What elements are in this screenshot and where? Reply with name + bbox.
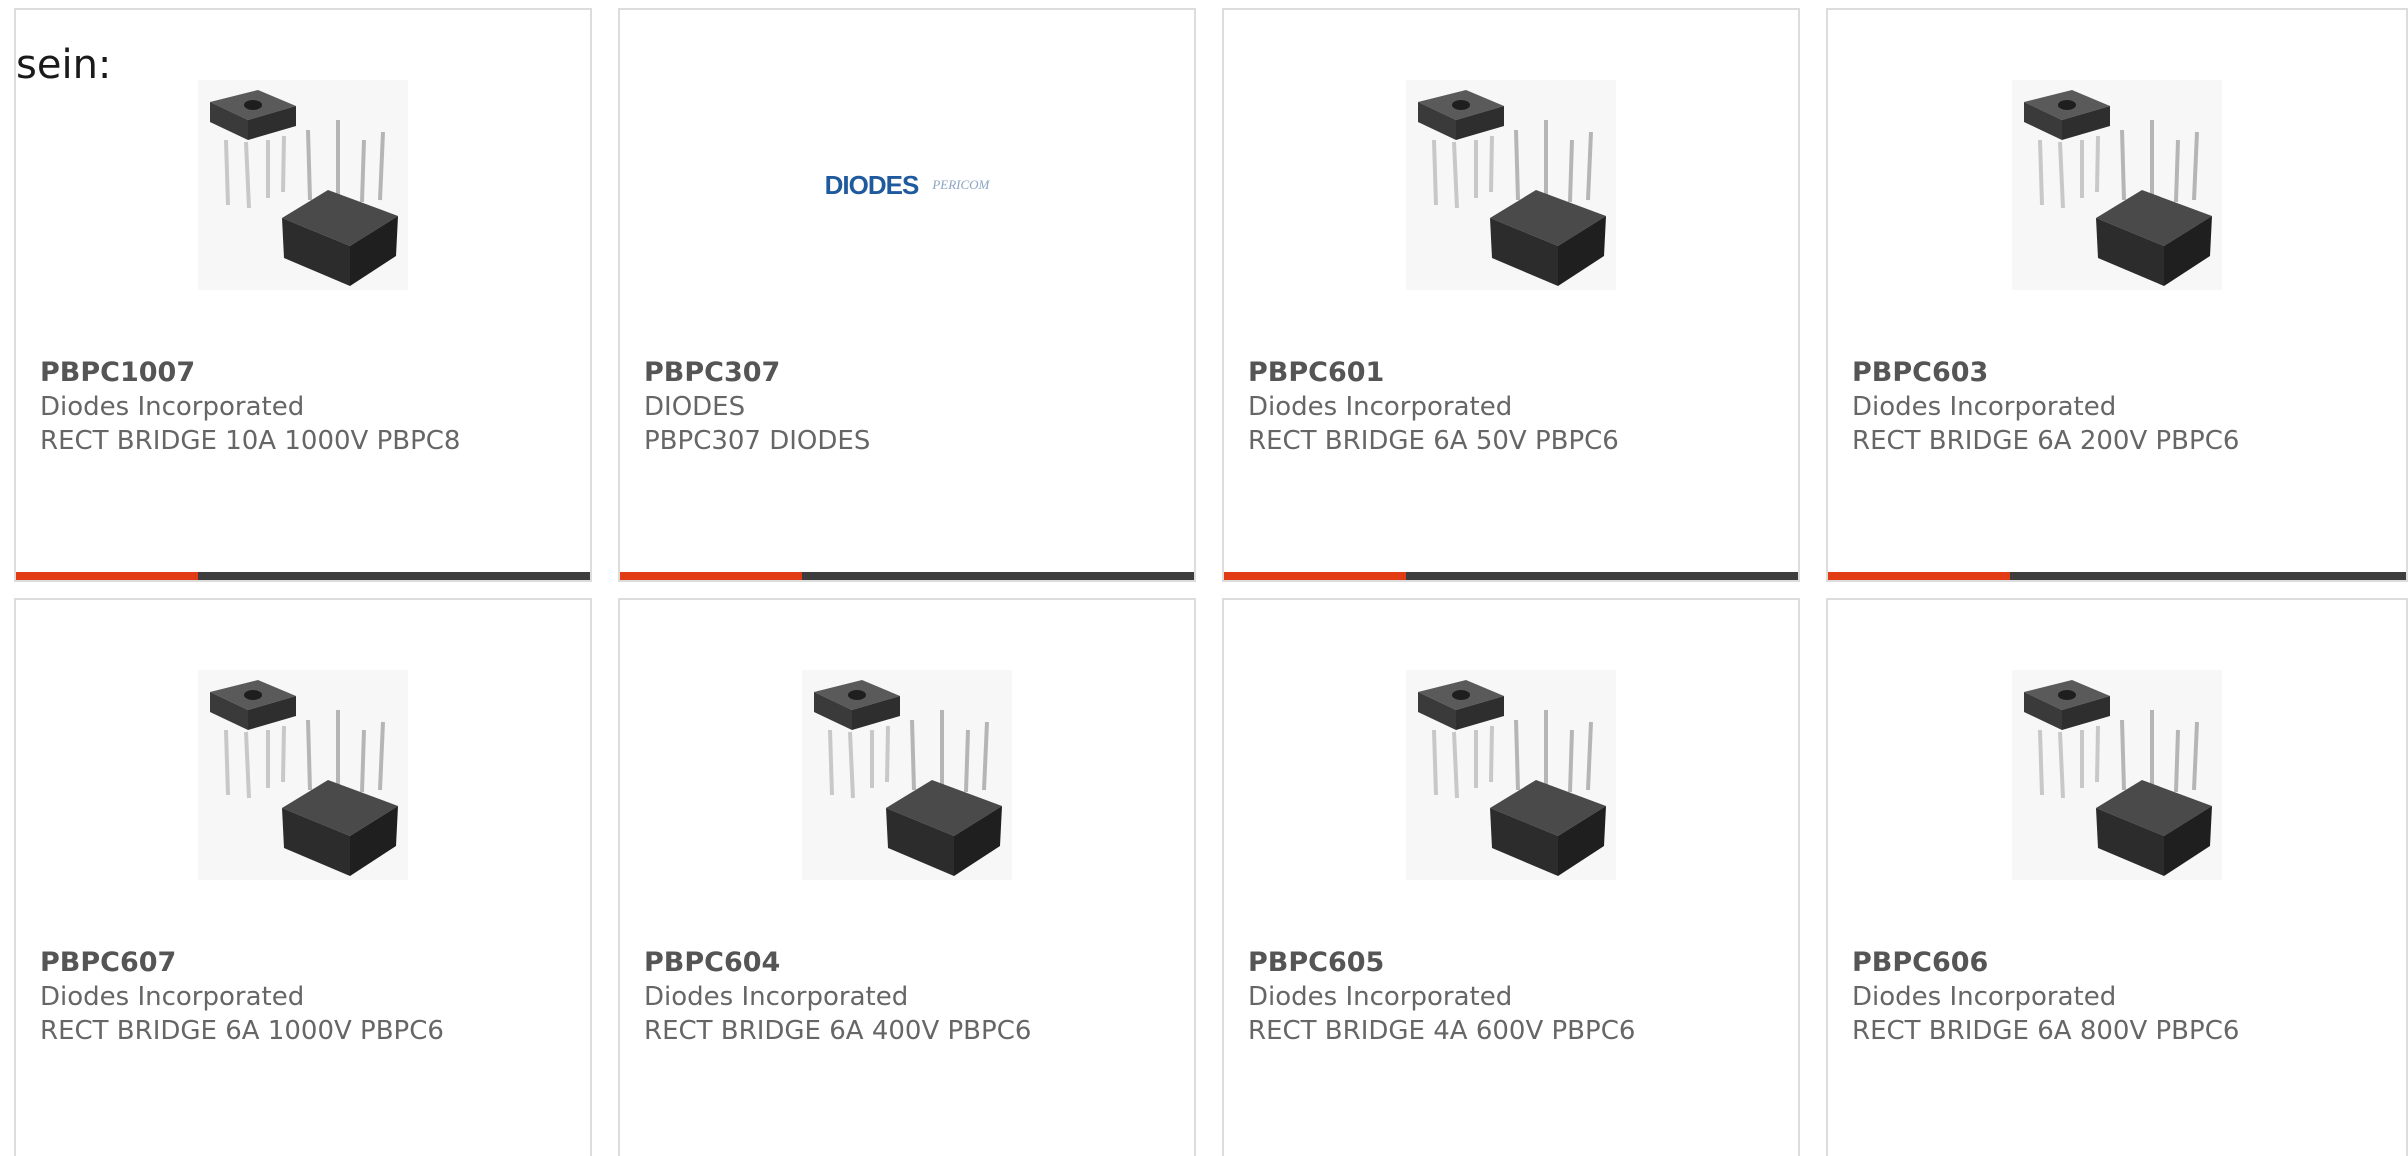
product-card-pbpc606[interactable]: PBPC606 Diodes Incorporated RECT BRIDGE …	[1826, 598, 2408, 1156]
card-bottom-bar	[16, 572, 590, 580]
bridge-rectifier-icon	[198, 670, 408, 880]
product-card-pbpc601[interactable]: PBPC601 Diodes Incorporated RECT BRIDGE …	[1222, 8, 1800, 582]
diodes-logo-text: DIODES	[824, 170, 920, 200]
card-bottom-bar	[1828, 572, 2406, 580]
card-accent-bar	[1828, 572, 2010, 580]
product-manufacturer: Diodes Incorporated	[1248, 392, 1513, 422]
product-card-pbpc1007[interactable]: PBPC1007 Diodes Incorporated RECT BRIDGE…	[14, 8, 592, 582]
pericom-logo-text: PERICOM	[932, 177, 990, 192]
product-manufacturer: Diodes Incorporated	[644, 982, 909, 1012]
bridge-rectifier-image[interactable]	[1406, 80, 1616, 290]
card-accent-bar	[16, 572, 198, 580]
product-info: PBPC307 DIODES PBPC307 DIODES	[644, 356, 1174, 458]
card-accent-bar	[620, 572, 802, 580]
product-part-number[interactable]: PBPC607	[40, 946, 570, 980]
product-card-pbpc307[interactable]: DIODES PERICOM PBPC307 DIODES PBPC307 DI…	[618, 8, 1196, 582]
product-description: RECT BRIDGE 6A 200V PBPC6	[1852, 426, 2240, 456]
bridge-rectifier-icon	[1406, 670, 1616, 880]
bridge-rectifier-icon	[2012, 670, 2222, 880]
bridge-rectifier-image[interactable]	[198, 80, 408, 290]
product-part-number[interactable]: PBPC606	[1852, 946, 2386, 980]
product-manufacturer: Diodes Incorporated	[1852, 392, 2117, 422]
product-manufacturer: Diodes Incorporated	[1852, 982, 2117, 1012]
bridge-rectifier-icon	[2012, 80, 2222, 290]
product-part-number[interactable]: PBPC601	[1248, 356, 1778, 390]
product-info: PBPC1007 Diodes Incorporated RECT BRIDGE…	[40, 356, 570, 458]
product-description: RECT BRIDGE 6A 50V PBPC6	[1248, 426, 1619, 456]
product-info: PBPC604 Diodes Incorporated RECT BRIDGE …	[644, 946, 1174, 1048]
intro-text: sein:	[16, 42, 112, 88]
bridge-rectifier-icon	[1406, 80, 1616, 290]
product-card-pbpc607[interactable]: PBPC607 Diodes Incorporated RECT BRIDGE …	[14, 598, 592, 1156]
product-description: RECT BRIDGE 6A 1000V PBPC6	[40, 1016, 444, 1046]
product-manufacturer: Diodes Incorporated	[40, 982, 305, 1012]
product-manufacturer: DIODES	[644, 392, 746, 422]
product-part-number[interactable]: PBPC604	[644, 946, 1174, 980]
product-description: RECT BRIDGE 4A 600V PBPC6	[1248, 1016, 1636, 1046]
bridge-rectifier-image[interactable]	[2012, 80, 2222, 290]
bridge-rectifier-image[interactable]	[1406, 670, 1616, 880]
product-info: PBPC605 Diodes Incorporated RECT BRIDGE …	[1248, 946, 1778, 1048]
product-part-number[interactable]: PBPC605	[1248, 946, 1778, 980]
diodes-pericom-logo[interactable]: DIODES PERICOM	[802, 80, 1012, 290]
bridge-rectifier-image[interactable]	[2012, 670, 2222, 880]
product-part-number[interactable]: PBPC603	[1852, 356, 2386, 390]
product-part-number[interactable]: PBPC1007	[40, 356, 570, 390]
product-card-pbpc604[interactable]: PBPC604 Diodes Incorporated RECT BRIDGE …	[618, 598, 1196, 1156]
product-info: PBPC603 Diodes Incorporated RECT BRIDGE …	[1852, 356, 2386, 458]
product-description: PBPC307 DIODES	[644, 426, 871, 456]
product-info: PBPC607 Diodes Incorporated RECT BRIDGE …	[40, 946, 570, 1048]
product-info: PBPC601 Diodes Incorporated RECT BRIDGE …	[1248, 356, 1778, 458]
product-grid: PBPC1007 Diodes Incorporated RECT BRIDGE…	[0, 0, 2408, 1156]
product-info: PBPC606 Diodes Incorporated RECT BRIDGE …	[1852, 946, 2386, 1048]
product-description: RECT BRIDGE 6A 400V PBPC6	[644, 1016, 1032, 1046]
manufacturer-logo: DIODES PERICOM	[825, 172, 990, 198]
card-bottom-bar	[1224, 572, 1798, 580]
bridge-rectifier-image[interactable]	[802, 670, 1012, 880]
product-description: RECT BRIDGE 10A 1000V PBPC8	[40, 426, 461, 456]
product-part-number[interactable]: PBPC307	[644, 356, 1174, 390]
product-manufacturer: Diodes Incorporated	[1248, 982, 1513, 1012]
product-card-pbpc605[interactable]: PBPC605 Diodes Incorporated RECT BRIDGE …	[1222, 598, 1800, 1156]
page: sein: PBPC1007 Diodes Incorporated RECT …	[0, 0, 2408, 1156]
product-manufacturer: Diodes Incorporated	[40, 392, 305, 422]
card-accent-bar	[1224, 572, 1406, 580]
bridge-rectifier-icon	[198, 80, 408, 290]
bridge-rectifier-image[interactable]	[198, 670, 408, 880]
card-bottom-bar	[620, 572, 1194, 580]
bridge-rectifier-icon	[802, 670, 1012, 880]
product-description: RECT BRIDGE 6A 800V PBPC6	[1852, 1016, 2240, 1046]
product-card-pbpc603[interactable]: PBPC603 Diodes Incorporated RECT BRIDGE …	[1826, 8, 2408, 582]
